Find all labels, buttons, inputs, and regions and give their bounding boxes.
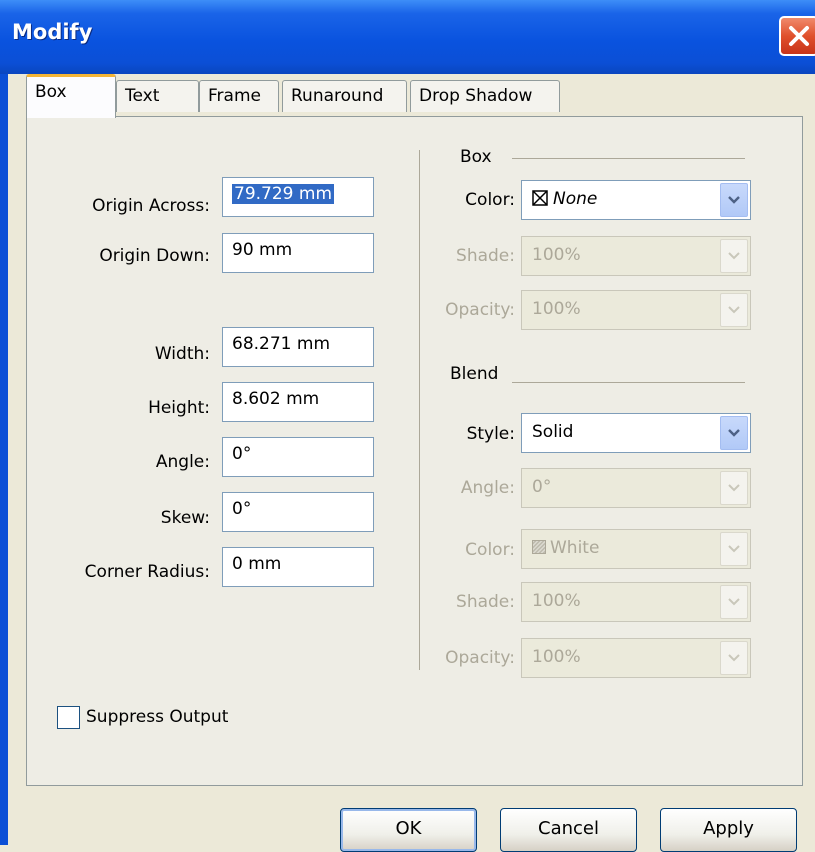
chevron-down-icon bbox=[728, 429, 740, 437]
suppress-output-label[interactable]: Suppress Output bbox=[86, 707, 228, 727]
box-color-dropdown[interactable] bbox=[720, 183, 748, 217]
blend-section-line bbox=[512, 382, 745, 383]
corner-radius-label: Corner Radius: bbox=[84, 562, 210, 582]
color-swatch-icon bbox=[532, 540, 546, 554]
origin-across-field[interactable]: 79.729 mm bbox=[222, 177, 374, 217]
blend-shade-label: Shade: bbox=[456, 592, 515, 612]
corner-radius-field[interactable]: 0 mm bbox=[222, 547, 374, 587]
chevron-down-icon bbox=[728, 598, 740, 606]
blend-angle-dropdown[interactable] bbox=[720, 471, 748, 505]
blend-style-value: Solid bbox=[532, 422, 574, 442]
width-field[interactable]: 68.271 mm bbox=[222, 327, 374, 367]
box-color-label: Color: bbox=[465, 190, 515, 210]
blend-opacity-select[interactable]: 100% bbox=[521, 638, 751, 678]
blend-opacity-value: 100% bbox=[532, 647, 581, 667]
box-opacity-label: Opacity: bbox=[445, 300, 515, 320]
cancel-button[interactable]: Cancel bbox=[500, 808, 637, 852]
origin-across-value: 79.729 mm bbox=[232, 184, 335, 204]
box-section-line bbox=[512, 158, 745, 159]
box-shade-label: Shade: bbox=[456, 246, 515, 266]
box-opacity-select[interactable]: 100% bbox=[521, 290, 751, 330]
blend-opacity-dropdown[interactable] bbox=[720, 641, 748, 675]
suppress-output-checkbox[interactable] bbox=[57, 706, 80, 729]
box-opacity-value: 100% bbox=[532, 299, 581, 319]
blend-color-select[interactable]: White bbox=[521, 529, 751, 569]
blend-color-value-wrap: White bbox=[532, 538, 599, 558]
chevron-down-icon bbox=[728, 654, 740, 662]
box-color-value-wrap: None bbox=[532, 189, 597, 209]
blend-section-title: Blend bbox=[450, 364, 499, 384]
blend-angle-select[interactable]: 0° bbox=[521, 468, 751, 508]
chevron-down-icon bbox=[728, 306, 740, 314]
blend-style-select[interactable]: Solid bbox=[521, 413, 751, 453]
box-section-title: Box bbox=[460, 147, 492, 167]
apply-button[interactable]: Apply bbox=[660, 808, 797, 852]
skew-label: Skew: bbox=[160, 508, 210, 528]
blend-style-dropdown[interactable] bbox=[720, 416, 748, 450]
box-shade-select[interactable]: 100% bbox=[521, 236, 751, 276]
blend-color-label: Color: bbox=[465, 540, 515, 560]
origin-down-label: Origin Down: bbox=[99, 246, 210, 266]
blend-angle-value: 0° bbox=[532, 477, 552, 497]
blend-shade-dropdown[interactable] bbox=[720, 585, 748, 619]
ok-button[interactable]: OK bbox=[340, 808, 477, 852]
origin-across-label: Origin Across: bbox=[92, 196, 210, 216]
blend-color-dropdown[interactable] bbox=[720, 532, 748, 566]
chevron-down-icon bbox=[728, 545, 740, 553]
blend-angle-label: Angle: bbox=[460, 478, 515, 498]
chevron-down-icon bbox=[728, 484, 740, 492]
blend-opacity-label: Opacity: bbox=[445, 648, 515, 668]
box-opacity-dropdown[interactable] bbox=[720, 293, 748, 327]
blend-shade-select[interactable]: 100% bbox=[521, 582, 751, 622]
skew-field[interactable]: 0° bbox=[222, 492, 374, 532]
height-field[interactable]: 8.602 mm bbox=[222, 382, 374, 422]
width-label: Width: bbox=[154, 344, 210, 364]
blend-color-value: White bbox=[550, 538, 600, 558]
height-label: Height: bbox=[148, 398, 210, 418]
box-color-value: None bbox=[553, 189, 598, 209]
box-color-select[interactable]: None bbox=[521, 180, 751, 220]
angle-label: Angle: bbox=[155, 452, 210, 472]
box-shade-dropdown[interactable] bbox=[720, 239, 748, 273]
angle-field[interactable]: 0° bbox=[222, 437, 374, 477]
blend-style-label: Style: bbox=[466, 424, 515, 444]
chevron-down-icon bbox=[728, 252, 740, 260]
origin-down-field[interactable]: 90 mm bbox=[222, 233, 374, 273]
no-color-icon bbox=[532, 190, 548, 206]
blend-shade-value: 100% bbox=[532, 591, 581, 611]
chevron-down-icon bbox=[728, 196, 740, 204]
box-shade-value: 100% bbox=[532, 245, 581, 265]
